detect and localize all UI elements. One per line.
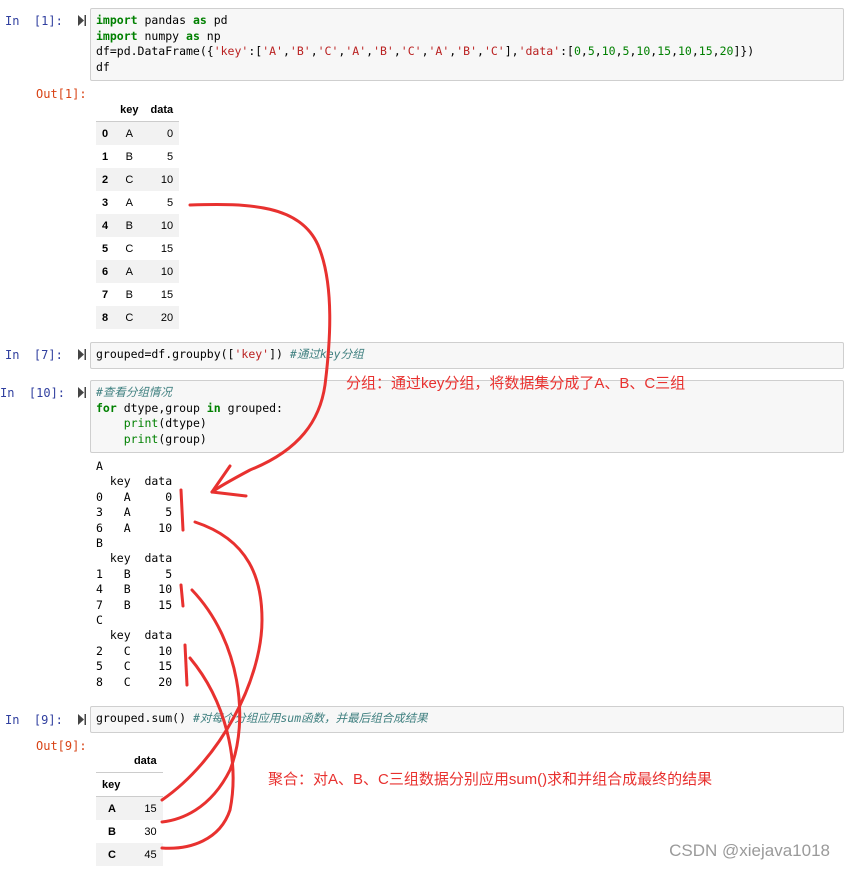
- aggregate-annotation: 聚合：对A、B、C三组数据分别应用sum()求和并组合成最终的结果: [268, 771, 713, 788]
- cell-data: 5: [166, 196, 174, 209]
- table-row: 3 A 5: [96, 191, 179, 214]
- row-index: 8: [102, 311, 109, 324]
- row-index: 4: [102, 219, 109, 232]
- row-index: A: [108, 802, 116, 815]
- cell-9-prompt: In [9]:: [5, 713, 63, 727]
- group-print-output: A key data 0 A 03 A 56 A 10 B key data 1 B …: [96, 459, 172, 690]
- index-name-key: key: [96, 772, 128, 797]
- cell-data: 15: [160, 242, 174, 255]
- cell-7-prompt: In [7]:: [5, 348, 63, 362]
- row-index: C: [108, 848, 116, 861]
- output-line: 2 C 10: [96, 643, 173, 658]
- dataframe-output: key data 0 A 0 1 B 5 2 C 10 3 A 5 4 B 10 5 C 15 6 A 10 7 B 15 8 C…: [96, 98, 180, 329]
- table-row: C 45: [96, 843, 163, 866]
- bracket-c: [183, 643, 189, 687]
- table-row: 4 B 10: [96, 214, 180, 237]
- run-cell-icon[interactable]: [78, 15, 86, 26]
- cell-data: 45: [144, 848, 157, 861]
- output-line: 0 A 0: [96, 489, 173, 504]
- run-cell-icon[interactable]: [78, 714, 86, 725]
- sum-output-table: data key A 15 B 30 C 45: [96, 749, 163, 866]
- code-line: df=pd.DataFrame({'key':['A','B','C','A',…: [96, 44, 755, 58]
- table-row: B 30: [96, 820, 163, 843]
- cell-data: 10: [160, 265, 174, 278]
- row-index: B: [108, 825, 116, 838]
- output-line: 7 B 15: [96, 597, 173, 612]
- code-line: df: [96, 59, 110, 74]
- code-line: print(dtype): [123, 416, 207, 430]
- table-row: 1 B 5: [96, 145, 179, 168]
- table-row: 6 A 10: [96, 260, 180, 283]
- cell-key: A: [125, 265, 133, 278]
- cell-data: 5: [166, 150, 174, 163]
- column-header-data: data: [144, 98, 180, 122]
- column-header-key: key: [114, 98, 145, 122]
- cell-key: A: [125, 196, 133, 209]
- code-line: import pandas as pd: [96, 13, 228, 27]
- table-row: 8 C 20: [96, 306, 180, 329]
- output-line: key data: [96, 474, 173, 489]
- run-cell-icon[interactable]: [78, 349, 86, 360]
- table-row: 0 A 0: [96, 121, 180, 145]
- out-9-prompt: Out[9]:: [36, 739, 87, 753]
- output-line: key data: [96, 628, 173, 643]
- cell-key: C: [125, 242, 134, 255]
- cell-key: C: [125, 311, 134, 324]
- table-row: A 15: [96, 796, 163, 820]
- cell-data: 0: [166, 127, 174, 140]
- group-annotation: 分组：通过key分组，将数据集分成了A、B、C三组: [346, 375, 686, 392]
- cell-data: 30: [144, 825, 157, 838]
- code-line: grouped=df.groupby(['key']) #通过key分组: [96, 347, 364, 361]
- cell-key: B: [125, 288, 133, 301]
- row-index: 0: [102, 127, 109, 140]
- row-index: 2: [102, 173, 109, 186]
- table-row: 5 C 15: [96, 237, 179, 260]
- output-line: C: [96, 613, 103, 628]
- code-cell-4[interactable]: grouped.sum() #对每个分组应用sum函数，并最后组合成结果: [90, 706, 844, 733]
- code-line: grouped.sum() #对每个分组应用sum函数，并最后组合成结果: [96, 711, 428, 725]
- row-index: 6: [102, 265, 109, 278]
- output-line: key data: [96, 551, 173, 566]
- code-cell-2[interactable]: grouped=df.groupby(['key']) #通过key分组: [90, 342, 844, 369]
- row-index: 3: [102, 196, 109, 209]
- table-row: 7 B 15: [96, 283, 179, 306]
- code-line: import numpy as np: [96, 28, 221, 43]
- out-1-prompt: Out[1]:: [36, 87, 87, 101]
- row-index: 5: [102, 242, 109, 255]
- cell-data: 10: [160, 219, 174, 232]
- cell-key: A: [125, 127, 133, 140]
- bracket-b: [179, 583, 185, 608]
- output-line: 5 C 15: [96, 659, 173, 674]
- cell-key: B: [125, 219, 133, 232]
- column-header-data: data: [127, 749, 163, 773]
- output-line: 8 C 20: [96, 674, 173, 689]
- table-row: 2 C 10: [96, 168, 180, 191]
- code-line: print(group): [123, 431, 207, 446]
- cell-key: C: [125, 173, 134, 186]
- cell-data: 15: [144, 802, 157, 815]
- cell-data: 20: [160, 311, 174, 324]
- code-cell-1[interactable]: import pandas as pd import numpy as np df=…: [90, 8, 844, 81]
- cell-data: 15: [160, 288, 174, 301]
- output-line: 6 A 10: [96, 520, 173, 535]
- run-cell-icon[interactable]: [78, 387, 86, 398]
- row-index: 7: [102, 288, 109, 301]
- agg-curve-a: [160, 520, 264, 802]
- code-line: for dtype,group in grouped:: [96, 400, 283, 415]
- output-line: 3 A 5: [96, 505, 173, 520]
- bracket-a: [179, 488, 185, 532]
- output-line: 4 B 10: [96, 582, 173, 597]
- watermark: CSDN @xiejava1018: [669, 841, 830, 860]
- output-line: 1 B 5: [96, 566, 173, 581]
- cell-key: B: [125, 150, 133, 163]
- cell-1-prompt: In [1]:: [5, 14, 63, 28]
- output-line: B: [96, 536, 103, 551]
- row-index: 1: [102, 150, 109, 163]
- cell-data: 10: [160, 173, 174, 186]
- agg-curve-c: [160, 656, 235, 850]
- cell-10-prompt: In [10]:: [0, 386, 66, 400]
- output-line: A: [96, 459, 103, 473]
